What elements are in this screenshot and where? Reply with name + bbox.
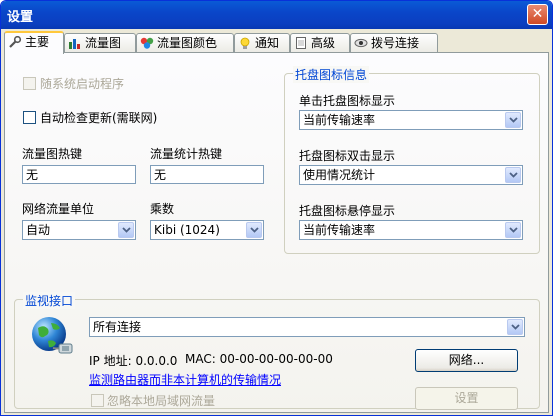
network-globe-icon [29,314,75,363]
tab-label: 流量图颜色 [157,36,218,50]
window-title: 设置 [7,10,34,25]
tab-label: 主要 [25,35,50,49]
mac-address-text: MAC: 00-00-00-00-00-00 [185,352,333,366]
ip-address-text: IP 地址: 0.0.0.0 [89,354,178,368]
document-icon [294,36,308,49]
settings-window: 设置 ✕ 主要 流量图 流量图颜色 通知 高级 拨号连接 随系统启动程序 自动检… [0,0,553,416]
tab-graph[interactable]: 流量图 [64,33,136,52]
wrench-icon [8,35,22,48]
unit-value: 自动 [26,223,51,237]
ignore-lan-label: 忽略本地局域网流量 [107,394,216,408]
tab-label: 通知 [255,36,280,50]
tab-panel-general: 随系统启动程序 自动检查更新(需联网) 流量图热键 无 流量统计热键 无 网络流… [4,52,549,413]
autostart-label: 随系统启动程序 [40,77,125,91]
network-button[interactable]: 网络... [415,349,518,372]
stats-hotkey-label: 流量统计热键 [150,147,223,161]
tab-dialup[interactable]: 拨号连接 [350,33,438,52]
double-click-label: 托盘图标双击显示 [299,149,396,163]
graph-hotkey-label: 流量图热键 [22,147,83,161]
chevron-down-icon[interactable] [505,167,521,183]
autoupdate-checkbox[interactable] [23,111,36,124]
multiplier-select[interactable]: Kibi (1024) [150,220,264,240]
autostart-checkbox[interactable] [23,77,36,90]
stats-hotkey-input[interactable]: 无 [150,165,264,184]
tray-info-group: 托盘图标信息 单击托盘图标显示 当前传输速率 托盘图标双击显示 使用情况统计 托… [284,66,540,254]
tab-label: 高级 [311,36,336,50]
eye-icon [354,36,368,48]
graph-hotkey-input[interactable]: 无 [22,165,136,184]
router-monitor-link[interactable]: 监测路由器而非本计算机的传输情况 [89,371,281,388]
interface-select[interactable]: 所有连接 [89,317,525,337]
unit-label: 网络流量单位 [22,202,95,216]
double-click-value: 使用情况统计 [303,168,376,182]
chevron-down-icon[interactable] [246,222,262,238]
tab-advanced[interactable]: 高级 [290,33,350,52]
tab-label: 流量图 [85,36,122,50]
ignore-lan-checkbox[interactable] [91,394,104,407]
tab-bar: 主要 流量图 流量图颜色 通知 高级 拨号连接 [4,31,549,54]
tab-graph-colors[interactable]: 流量图颜色 [136,33,234,52]
dialog-body: 主要 流量图 流量图颜色 通知 高级 拨号连接 随系统启动程序 自动检查更新(需… [4,29,549,413]
tab-general[interactable]: 主要 [4,31,64,54]
autoupdate-label: 自动检查更新(需联网) [40,111,158,125]
close-button[interactable]: ✕ [527,4,548,25]
single-click-label: 单击托盘图标显示 [299,94,396,108]
multiplier-value: Kibi (1024) [154,223,220,237]
monitor-group-title: 监视接口 [23,292,76,309]
palette-icon [140,36,154,49]
interface-value: 所有连接 [93,320,142,334]
monitor-interface-group: 监视接口 所有连接 IP 地址: 0.0.0.0 MAC: 00-00-00-0… [14,292,540,410]
tab-notifications[interactable]: 通知 [234,33,290,52]
lightbulb-icon [238,36,252,49]
hover-label: 托盘图标悬停显示 [299,204,396,218]
chevron-down-icon[interactable] [118,222,134,238]
single-click-select[interactable]: 当前传输速率 [299,110,523,130]
title-bar[interactable]: 设置 ✕ [1,1,552,29]
double-click-select[interactable]: 使用情况统计 [299,165,523,185]
tray-group-title: 托盘图标信息 [293,66,370,83]
bar-chart-icon [68,36,82,49]
single-click-value: 当前传输速率 [303,113,376,127]
chevron-down-icon[interactable] [505,112,521,128]
hover-value: 当前传输速率 [303,223,376,237]
lan-settings-button[interactable]: 设置 [415,387,518,410]
chevron-down-icon[interactable] [505,222,521,238]
chevron-down-icon[interactable] [507,319,523,335]
hover-select[interactable]: 当前传输速率 [299,220,523,240]
tab-label: 拨号连接 [371,36,420,50]
multiplier-label: 乘数 [150,202,175,216]
unit-select[interactable]: 自动 [22,220,136,240]
